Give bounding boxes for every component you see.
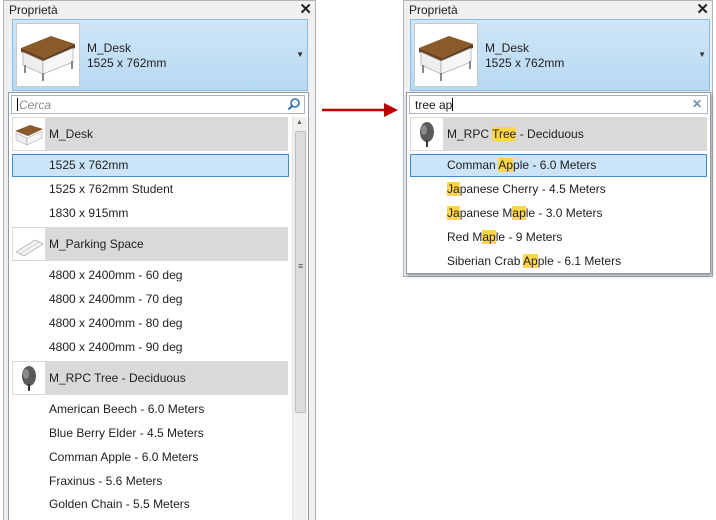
selected-type-name: M_Desk (485, 41, 530, 55)
list-item[interactable]: 4800 x 2400mm - 70 deg (12, 288, 289, 311)
arrow-right-icon (322, 103, 398, 117)
type-dropdown-left: Cerca M_Desk 1525 x 762mm 1525 x 762mm S… (8, 92, 309, 520)
search-input[interactable]: tree ap ✕ (409, 95, 708, 114)
list-item[interactable]: Fraxinus - 5.6 Meters (12, 470, 289, 493)
selected-type-size: 1525 x 762mm (87, 56, 167, 70)
group-label: M_RPC Tree - Deciduous (49, 371, 186, 385)
list-item[interactable]: Red Maple - 9 Meters (410, 226, 707, 249)
list-item[interactable]: Comman Apple - 6.0 Meters (12, 446, 289, 469)
group-header-desk: M_Desk (12, 117, 288, 151)
list-item[interactable]: American Beech - 6.0 Meters (12, 398, 289, 421)
desk-thumbnail (16, 23, 80, 87)
panel-title: Proprietà (9, 3, 58, 17)
list-item[interactable]: Golden Chain - 5.5 Meters (12, 493, 289, 516)
group-label: M_Desk (49, 127, 94, 141)
list-item[interactable]: Japanese Maple - 3.0 Meters (410, 202, 707, 225)
group-header-parking: M_Parking Space (12, 227, 288, 261)
list-item[interactable]: 4800 x 2400mm - 80 deg (12, 312, 289, 335)
list-item[interactable]: 4800 x 2400mm - 60 deg (12, 264, 289, 287)
list-item[interactable]: Blue Berry Elder - 4.5 Meters (12, 422, 289, 445)
desk-thumbnail (414, 23, 478, 87)
clear-search-icon[interactable]: ✕ (692, 97, 702, 111)
close-icon[interactable]: ✕ (696, 0, 709, 18)
list-item[interactable]: Siberian Crab Apple - 6.1 Meters (410, 250, 707, 273)
list-item[interactable]: 4800 x 2400mm - 90 deg (12, 336, 289, 359)
desk-icon (21, 36, 75, 81)
parking-thumb-icon (13, 228, 45, 260)
type-selector[interactable]: M_Desk 1525 x 762mm ▼ (410, 19, 710, 91)
tree-thumb-icon (13, 362, 45, 394)
tree-thumb-icon (411, 118, 443, 150)
list-item[interactable]: 1525 x 762mm Student (12, 178, 289, 201)
selected-type-size: 1525 x 762mm (485, 56, 565, 70)
type-selector[interactable]: M_Desk 1525 x 762mm ▼ (12, 19, 308, 91)
search-input[interactable]: Cerca (11, 95, 305, 114)
text-cursor (17, 98, 18, 111)
group-header-tree: M_RPC Tree - Deciduous (410, 117, 707, 151)
dropdown-caret-icon[interactable]: ▼ (296, 50, 304, 59)
text-cursor (452, 98, 454, 111)
desk-thumb-icon (13, 118, 45, 150)
group-header-tree: M_RPC Tree - Deciduous (12, 361, 288, 395)
scroll-up-icon[interactable]: ▲ (296, 119, 303, 126)
list-item-selected[interactable]: Comman Apple - 6.0 Meters (410, 154, 707, 177)
search-value: tree ap (415, 98, 453, 112)
search-placeholder: Cerca (19, 98, 52, 112)
selected-type-name: M_Desk (87, 41, 132, 55)
search-icon[interactable] (287, 97, 301, 111)
list-item-selected[interactable]: 1525 x 762mm (12, 154, 289, 177)
grip-icon: ≡ (298, 261, 304, 271)
list-item[interactable]: 1830 x 915mm (12, 202, 289, 225)
scrollbar[interactable]: ▲ ≡ (292, 117, 307, 520)
desk-icon (419, 36, 473, 81)
dropdown-caret-icon[interactable]: ▼ (698, 50, 706, 59)
group-label: M_RPC Tree - Deciduous (447, 127, 584, 141)
panel-title: Proprietà (409, 3, 458, 17)
type-dropdown-right: tree ap ✕ M_RPC Tree - Deciduous Comman … (406, 92, 711, 274)
close-icon[interactable]: ✕ (299, 0, 312, 18)
scrollbar-thumb[interactable]: ≡ (295, 131, 306, 413)
group-label: M_Parking Space (49, 237, 144, 251)
list-item[interactable]: Japanese Cherry - 4.5 Meters (410, 178, 707, 201)
